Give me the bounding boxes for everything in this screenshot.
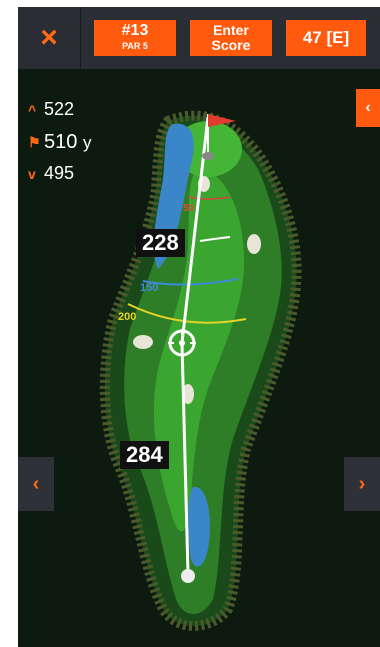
distance-front: v 495 [28,163,74,184]
ring-label-200: 200 [118,311,136,323]
pin-cup [202,152,214,160]
enter-score-button[interactable]: Enter Score [190,20,272,56]
golf-gps-app: × #13 PAR 5 Enter Score 47 [E] 50 150 20… [18,7,380,647]
ring-label-50: 50 [183,203,195,214]
hole-map[interactable]: 50 150 200 ^ 522 ⚑ 510 y v 495 ‹ 228 284… [18,69,380,647]
chevron-left-icon: ‹ [365,99,371,116]
ball-icon [181,569,195,583]
hole-par: PAR 5 [122,41,148,51]
target-crosshair-dot [179,340,185,346]
hole-selector-button[interactable]: #13 PAR 5 [94,20,176,56]
distance-back-value: 522 [44,99,75,119]
chevron-down-icon: v [28,165,36,182]
next-hole-button[interactable]: › [344,457,380,511]
bunker [247,234,261,254]
hole-number: #13 [121,22,149,39]
bunker [133,335,153,349]
course-map-svg: 50 150 200 [99,110,302,631]
distance-unit: y [82,132,92,152]
close-button[interactable]: × [18,7,81,69]
distance-middle: ⚑ 510 y [28,131,91,154]
target-to-green-distance: 228 [136,229,185,257]
close-icon: × [40,21,58,54]
flag-small-icon: ⚑ [28,134,41,150]
chevron-right-icon: › [358,473,366,495]
enter-score-line1: Enter [213,22,249,38]
ring-label-150: 150 [140,282,158,294]
distance-front-value: 495 [44,163,75,183]
tee-to-target-distance: 284 [120,441,169,469]
total-score-button[interactable]: 47 [E] [286,20,366,56]
previous-hole-button[interactable]: ‹ [18,457,54,511]
distance-middle-value: 510 [44,131,78,153]
distance-back: ^ 522 [28,99,74,120]
enter-score-line2: Score [211,37,251,53]
chevron-up-icon: ^ [28,101,37,118]
top-bar: × #13 PAR 5 Enter Score 47 [E] [18,7,380,69]
chevron-left-icon: ‹ [32,473,40,495]
side-panel-toggle[interactable]: ‹ [356,89,380,127]
